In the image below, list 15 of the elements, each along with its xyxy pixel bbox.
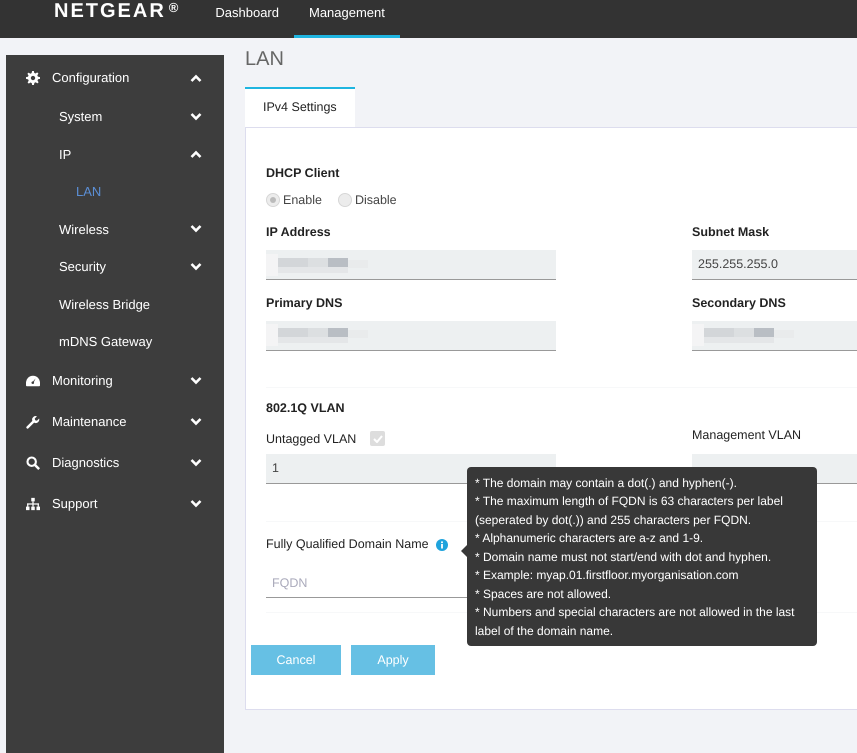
field-label: Management VLAN [692,426,802,444]
brand-logo: NETGEAR® [53,0,180,24]
field-label: Fully Qualified Domain Name [266,536,429,554]
tooltip-line: * The maximum length of FQDN is 63 characters per label (seperated by dot(.)) and 255 characters per FQDN. [475,493,784,529]
field-label: IP Address [266,224,332,242]
field-label: DHCP Client [266,164,340,182]
section-title: 802.1Q VLAN [266,400,346,417]
field-label: Secondary DNS [692,295,787,312]
field-label: Primary DNS [266,295,344,312]
page-title: LAN [245,47,285,72]
field-label: Untagged VLAN [266,430,356,448]
field-label: Subnet Mask [692,224,770,242]
tooltip-line: * Domain name must not start/end with dot and hyphen. [475,548,772,566]
tooltip-line: * Alphanumeric characters are a-z and 1-9. [475,530,704,548]
tooltip-line: * Numbers and special characters are not allowed in the last label of the domain name. [475,604,796,640]
